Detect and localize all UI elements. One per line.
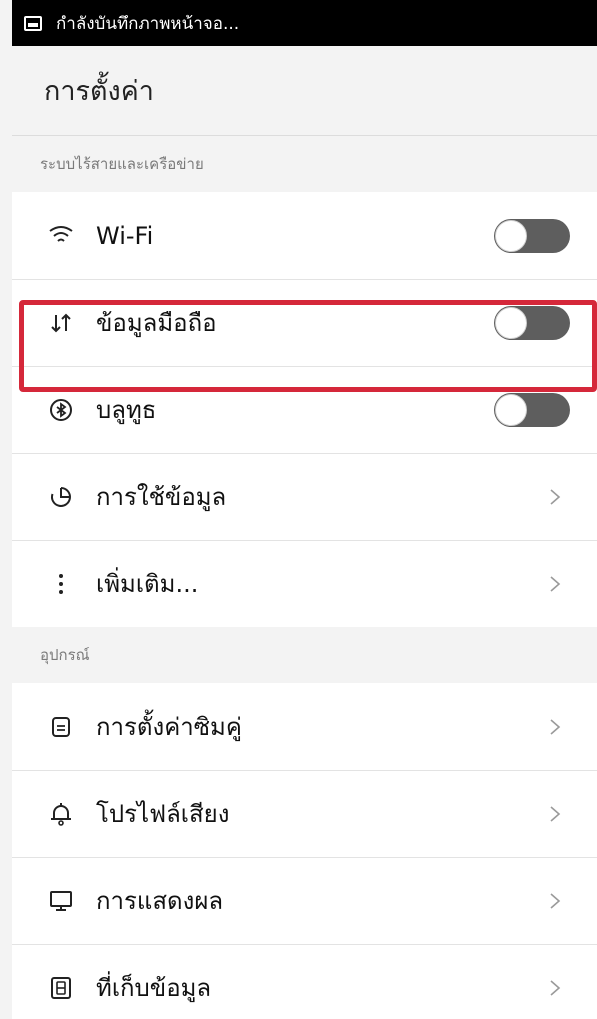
settings-item-mobile-data[interactable]: ข้อมูลมือถือ <box>12 279 597 366</box>
settings-item-sound-profile[interactable]: โปรไฟล์เสียง <box>12 770 597 857</box>
settings-item-bluetooth[interactable]: บลูทูธ <box>12 366 597 453</box>
settings-item-wifi[interactable]: Wi-Fi <box>12 192 597 279</box>
device-list: การตั้งค่าซิมคู่ โปรไฟล์เสียง การแสดงผล … <box>12 683 597 1019</box>
settings-item-label: เพิ่มเติม... <box>96 570 199 598</box>
settings-item-label: โปรไฟล์เสียง <box>96 800 230 828</box>
status-bar: กำลังบันทึกภาพหน้าจอ... <box>12 0 597 46</box>
toggle-knob <box>495 393 527 426</box>
storage-icon <box>48 975 74 1001</box>
chevron-right-icon <box>550 892 561 909</box>
settings-item-storage[interactable]: ที่เก็บข้อมูล <box>12 944 597 1019</box>
settings-screen: การตั้งค่า ระบบไร้สายและเครือข่าย Wi-Fi … <box>12 46 597 1019</box>
toggle-knob <box>495 219 527 252</box>
chevron-right-icon <box>550 979 561 996</box>
section-header-device: อุปกรณ์ <box>12 627 597 683</box>
settings-item-display[interactable]: การแสดงผล <box>12 857 597 944</box>
more-icon <box>48 571 74 597</box>
settings-item-label: การตั้งค่าซิมคู่ <box>96 713 242 741</box>
dual-sim-icon <box>48 714 74 740</box>
mobile-data-toggle[interactable] <box>494 305 570 340</box>
wireless-list: Wi-Fi ข้อมูลมือถือ บลูทูธ การใช้ข้อมูล เ… <box>12 192 597 627</box>
screenshot-icon <box>24 15 42 31</box>
bluetooth-icon <box>48 397 74 423</box>
wifi-toggle[interactable] <box>494 218 570 253</box>
data-usage-icon <box>48 484 74 510</box>
chevron-right-icon <box>550 718 561 735</box>
settings-item-more[interactable]: เพิ่มเติม... <box>12 540 597 627</box>
app-bar: การตั้งค่า <box>12 46 597 136</box>
display-icon <box>48 888 74 914</box>
settings-item-label: บลูทูธ <box>96 396 157 424</box>
chevron-right-icon <box>550 805 561 822</box>
settings-item-label: ที่เก็บข้อมูล <box>96 974 212 1002</box>
sound-profile-icon <box>48 801 74 827</box>
settings-item-label: การใช้ข้อมูล <box>96 483 227 511</box>
status-text: กำลังบันทึกภาพหน้าจอ... <box>56 13 240 34</box>
settings-item-label: ข้อมูลมือถือ <box>96 309 217 337</box>
settings-item-label: การแสดงผล <box>96 887 224 915</box>
bluetooth-toggle[interactable] <box>494 392 570 427</box>
settings-item-data-usage[interactable]: การใช้ข้อมูล <box>12 453 597 540</box>
wifi-icon <box>48 223 74 249</box>
chevron-right-icon <box>550 488 561 505</box>
chevron-right-icon <box>550 575 561 592</box>
toggle-knob <box>495 306 527 339</box>
settings-item-dual-sim[interactable]: การตั้งค่าซิมคู่ <box>12 683 597 770</box>
mobile-data-icon <box>48 310 74 336</box>
settings-item-label: Wi-Fi <box>96 221 154 250</box>
section-header-wireless: ระบบไร้สายและเครือข่าย <box>12 136 597 192</box>
page-title: การตั้งค่า <box>44 76 154 107</box>
